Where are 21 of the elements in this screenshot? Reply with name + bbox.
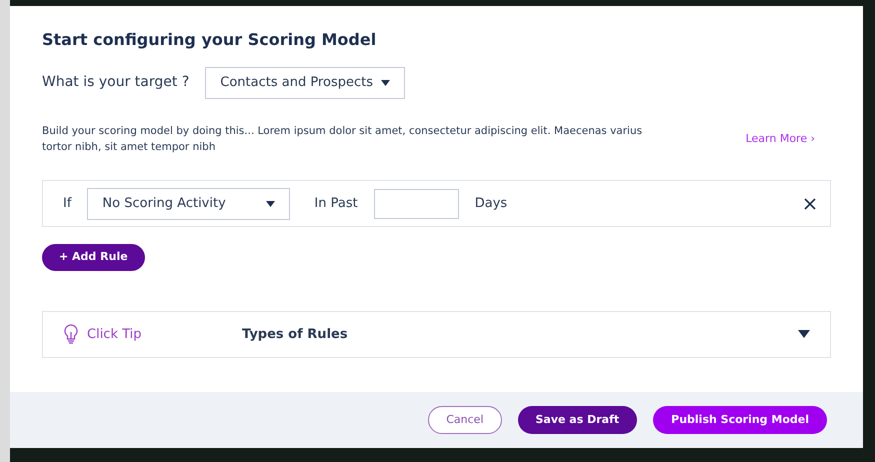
tip-title: Types of Rules (242, 326, 348, 344)
close-icon[interactable] (804, 198, 816, 210)
condition-label: In Past (314, 195, 358, 214)
caret-icon (381, 80, 390, 86)
tip-link[interactable]: Click Tip (87, 324, 242, 344)
add-rule-button[interactable]: + Add Rule (42, 244, 145, 271)
days-input[interactable] (374, 188, 459, 219)
expand-icon[interactable] (798, 330, 810, 338)
learn-more-link[interactable]: Learn More › (746, 131, 815, 148)
cancel-button[interactable]: Cancel (428, 406, 502, 434)
unit-label: Days (474, 195, 508, 214)
publish-button[interactable]: Publish Scoring Model (653, 406, 827, 434)
modal-title: Start configuring your Scoring Model (42, 30, 378, 50)
activity-dropdown[interactable]: No Scoring Activity (87, 188, 290, 220)
lightbulb-icon (63, 324, 79, 344)
description-text: Build your scoring model by doing this... Lorem ipsum dolor sit amet, consectetur adipiscing elit. Maecenas varius tortor nibh, sit amet tempor nibh (42, 124, 644, 156)
save-draft-button[interactable]: Save as Draft (518, 406, 638, 434)
condition-label: If (63, 195, 72, 214)
caret-icon (266, 200, 276, 207)
field-label: What is your target ? (42, 73, 190, 92)
target-dropdown[interactable]: Contacts and Prospects (205, 67, 405, 99)
